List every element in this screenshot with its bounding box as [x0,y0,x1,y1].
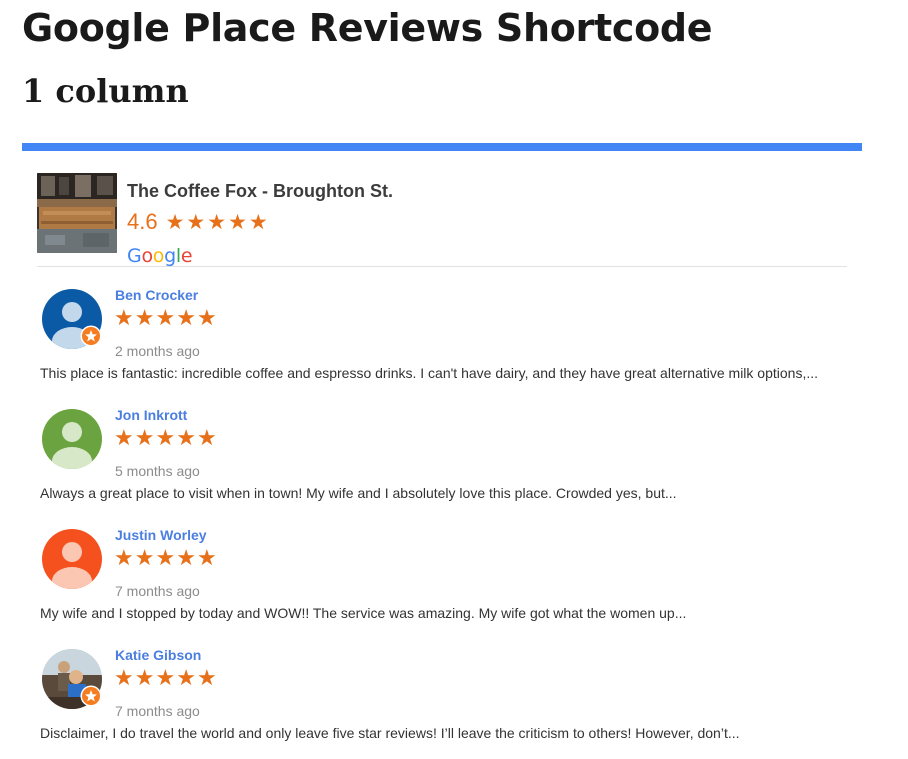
reviewer-avatar[interactable] [42,529,102,589]
place-name[interactable]: The Coffee Fox - Broughton St. [127,181,393,202]
star-icon: ★ [134,665,155,690]
place-header: The Coffee Fox - Broughton St. 4.6 ★ ★ ★… [37,165,847,275]
review-item: Katie Gibson ★ ★ ★ ★ ★ 7 months ago Disc… [40,647,850,759]
star-icon: ★ [196,665,217,690]
review-date: 7 months ago [115,583,200,599]
star-icon: ★ [196,545,217,570]
star-icon: ★ [186,210,206,234]
review-date: 5 months ago [115,463,200,479]
review-stars: ★ ★ ★ ★ ★ [114,545,218,571]
star-icon: ★ [114,545,134,570]
reviewer-name-link[interactable]: Ben Crocker [115,287,198,303]
star-icon: ★ [176,305,196,330]
local-guide-badge-icon [80,325,102,347]
star-icon: ★ [207,210,227,234]
google-reviews-widget: The Coffee Fox - Broughton St. 4.6 ★ ★ ★… [22,143,862,755]
star-icon: ★ [155,665,176,690]
star-icon: ★ [134,305,155,330]
review-text: Always a great place to visit when in to… [40,485,677,501]
section-title: 1 column [22,72,189,110]
reviewer-name-link[interactable]: Katie Gibson [115,647,201,663]
star-icon: ★ [155,545,176,570]
star-icon: ★ [176,425,196,450]
star-icon: ★ [176,665,196,690]
local-guide-badge-icon [80,685,102,707]
google-logo-icon: Google [127,245,193,267]
star-icon: ★ [196,305,217,330]
star-icon: ★ [228,210,247,234]
place-rating-stars: ★ ★ ★ ★ ★ [166,210,270,235]
place-rating-value: 4.6 [127,209,158,234]
review-stars: ★ ★ ★ ★ ★ [114,425,218,451]
review-stars: ★ ★ ★ ★ ★ [114,305,218,331]
star-icon: ★ [248,210,268,234]
star-icon: ★ [165,210,185,234]
review-text: This place is fantastic: incredible coff… [40,365,819,381]
star-icon: ★ [114,665,134,690]
review-item: Justin Worley ★ ★ ★ ★ ★ 7 months ago My … [40,527,850,639]
page-title: Google Place Reviews Shortcode [22,6,713,50]
star-icon: ★ [176,545,196,570]
star-icon: ★ [155,305,176,330]
star-icon: ★ [114,425,134,450]
header-divider [37,266,847,267]
review-date: 2 months ago [115,343,200,359]
reviewer-name-link[interactable]: Justin Worley [115,527,207,543]
reviewer-name-link[interactable]: Jon Inkrott [115,407,187,423]
review-text: My wife and I stopped by today and WOW!!… [40,605,687,621]
star-icon: ★ [155,425,176,450]
reviewer-avatar[interactable] [42,409,102,469]
default-avatar-icon [42,409,102,469]
star-icon: ★ [196,425,217,450]
star-icon: ★ [134,545,155,570]
default-avatar-icon [42,529,102,589]
review-stars: ★ ★ ★ ★ ★ [114,665,218,691]
place-rating-row: 4.6 ★ ★ ★ ★ ★ [127,209,270,235]
place-photo[interactable] [37,173,117,253]
star-icon: ★ [114,305,134,330]
review-text: Disclaimer, I do travel the world and on… [40,725,740,741]
review-date: 7 months ago [115,703,200,719]
review-item: Jon Inkrott ★ ★ ★ ★ ★ 5 months ago Alway… [40,407,850,519]
review-item: Ben Crocker ★ ★ ★ ★ ★ 2 months ago This … [40,287,850,399]
star-icon: ★ [134,425,155,450]
